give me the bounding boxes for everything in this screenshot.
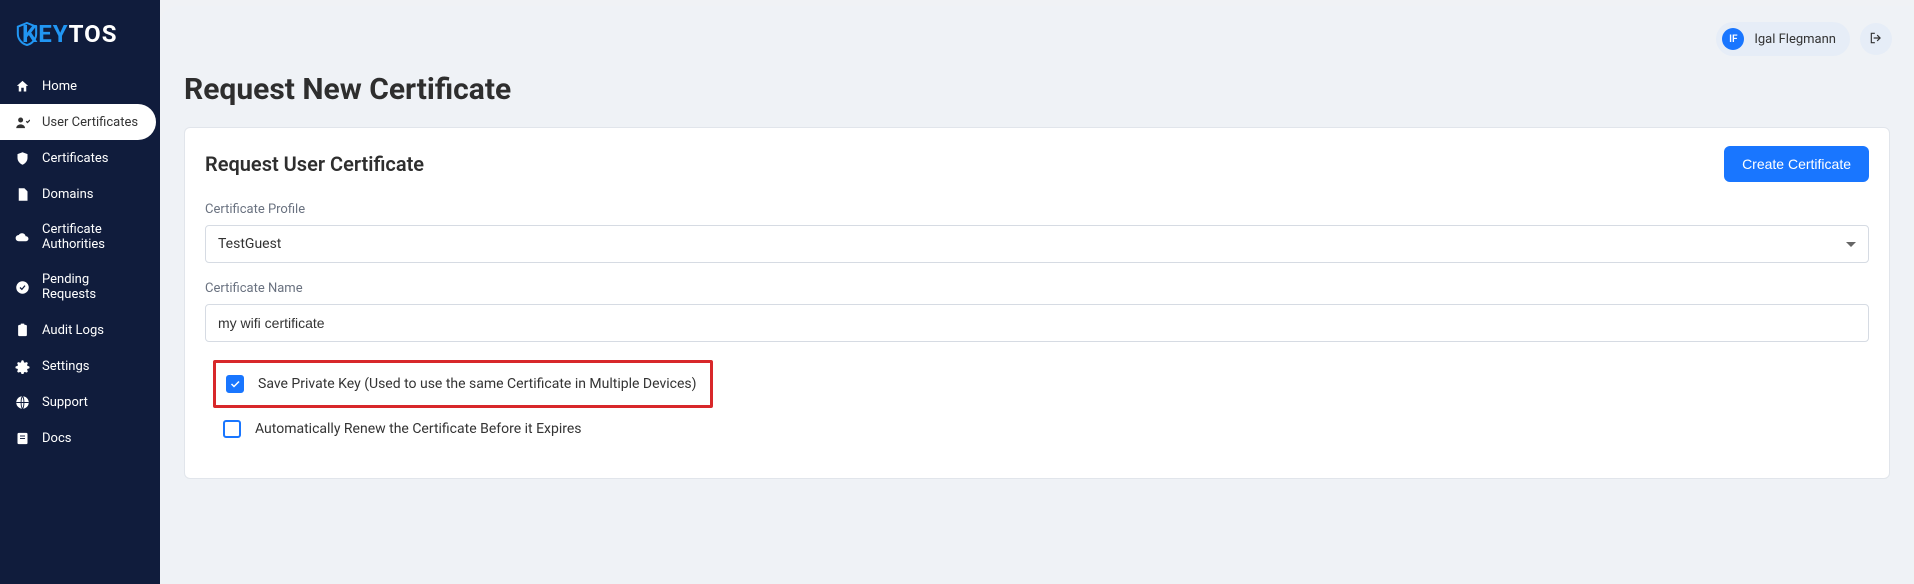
sidebar-item-user-certificates[interactable]: User Certificates	[0, 104, 156, 140]
avatar: IF	[1722, 28, 1744, 50]
sidebar-item-label: Docs	[42, 431, 71, 446]
sidebar-item-label: Certificate Authorities	[42, 222, 146, 252]
cloud-icon	[14, 229, 30, 245]
sidebar-item-settings[interactable]: Settings	[0, 348, 160, 384]
sidebar-item-label: Pending Requests	[42, 272, 146, 302]
certificate-name-input[interactable]	[205, 304, 1869, 342]
user-name: Igal Flegmann	[1754, 32, 1836, 47]
sidebar-item-label: Settings	[42, 359, 89, 374]
brand-key: KEY	[22, 20, 69, 48]
brand-tos: TOS	[69, 20, 118, 48]
certificate-profile-select[interactable]: TestGuest	[205, 225, 1869, 263]
sidebar-item-label: Support	[42, 395, 88, 410]
sidebar-item-label: Home	[42, 79, 77, 94]
file-icon	[14, 186, 30, 202]
save-private-key-row: Save Private Key (Used to use the same C…	[213, 360, 713, 408]
page-title: Request New Certificate	[184, 72, 1890, 107]
logout-icon	[1869, 30, 1883, 49]
save-private-key-label: Save Private Key (Used to use the same C…	[258, 376, 696, 392]
gear-icon	[14, 358, 30, 374]
content: Request New Certificate Request User Cer…	[160, 64, 1914, 503]
card-title: Request User Certificate	[205, 152, 424, 176]
sidebar-item-domains[interactable]: Domains	[0, 176, 160, 212]
request-card: Request User Certificate Create Certific…	[184, 127, 1890, 479]
sidebar-item-label: Certificates	[42, 151, 108, 166]
sidebar-item-label: Domains	[42, 187, 93, 202]
globe-icon	[14, 394, 30, 410]
certificate-name-label: Certificate Name	[205, 281, 1869, 296]
sidebar-item-home[interactable]: Home	[0, 68, 160, 104]
sidebar-nav: Home User Certificates Certificates Doma…	[0, 68, 160, 456]
sidebar-item-pending[interactable]: Pending Requests	[0, 262, 160, 312]
sidebar-item-authorities[interactable]: Certificate Authorities	[0, 212, 160, 262]
sidebar-item-support[interactable]: Support	[0, 384, 160, 420]
check-circle-icon	[14, 279, 30, 295]
clipboard-icon	[14, 322, 30, 338]
shield-icon	[14, 150, 30, 166]
auto-renew-row: Automatically Renew the Certificate Befo…	[213, 408, 1869, 450]
save-private-key-checkbox[interactable]	[226, 375, 244, 393]
auto-renew-checkbox[interactable]	[223, 420, 241, 438]
brand-logo[interactable]: KEY TOS	[0, 8, 160, 68]
sidebar-item-label: Audit Logs	[42, 323, 104, 338]
topbar: IF Igal Flegmann	[160, 6, 1914, 64]
create-certificate-button[interactable]: Create Certificate	[1724, 146, 1869, 182]
user-menu[interactable]: IF Igal Flegmann	[1716, 22, 1850, 56]
certificate-profile-group: Certificate Profile TestGuest	[205, 202, 1869, 263]
sidebar-item-docs[interactable]: Docs	[0, 420, 160, 456]
certificate-profile-value: TestGuest	[218, 236, 281, 252]
sidebar: KEY TOS Home User Certificates Certifica…	[0, 0, 160, 584]
chevron-down-icon	[1846, 242, 1856, 247]
sidebar-item-audit[interactable]: Audit Logs	[0, 312, 160, 348]
sidebar-item-certificates[interactable]: Certificates	[0, 140, 160, 176]
user-cert-icon	[14, 114, 30, 130]
book-icon	[14, 430, 30, 446]
home-icon	[14, 78, 30, 94]
main-area: IF Igal Flegmann Request New Certificate…	[160, 6, 1914, 584]
auto-renew-label: Automatically Renew the Certificate Befo…	[255, 421, 582, 437]
logout-button[interactable]	[1860, 23, 1892, 55]
card-header: Request User Certificate Create Certific…	[205, 146, 1869, 182]
sidebar-item-label: User Certificates	[42, 115, 138, 130]
certificate-name-group: Certificate Name	[205, 281, 1869, 342]
certificate-profile-label: Certificate Profile	[205, 202, 1869, 217]
